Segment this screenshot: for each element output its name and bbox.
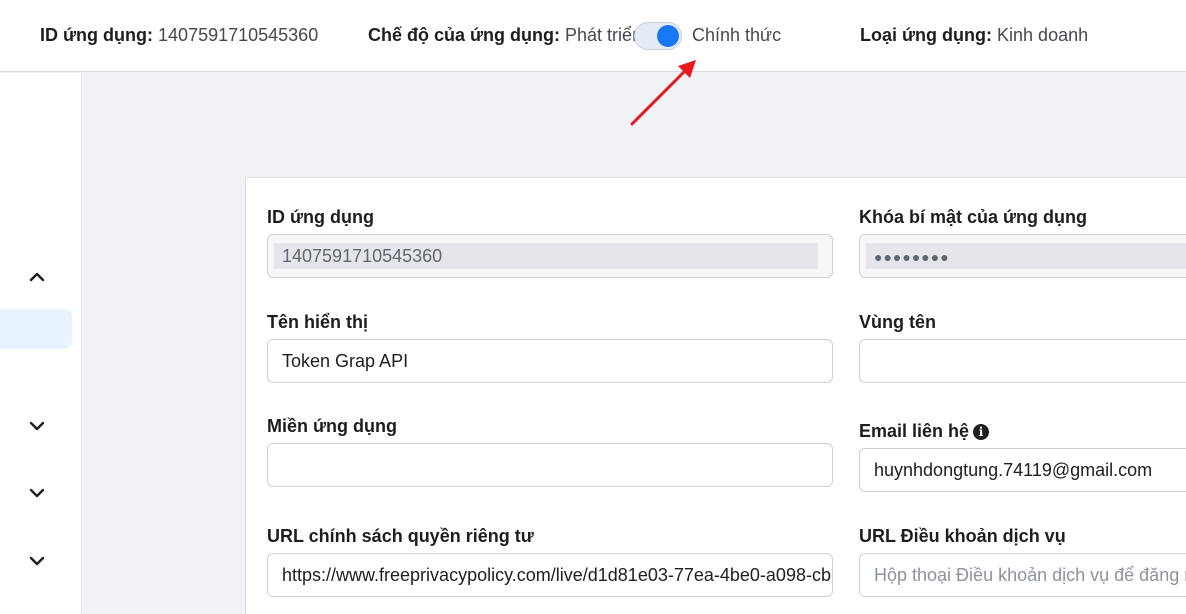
contact-email-input[interactable]: huynhdongtung.74119@gmail.com: [859, 448, 1186, 492]
app-secret-label: Khóa bí mật của ứng dụng: [859, 207, 1088, 227]
red-arrow-annotation: [630, 60, 696, 126]
chevron-down-icon[interactable]: [27, 551, 47, 571]
app-mode-info: Chế độ của ứng dụng: Phát triển: [368, 25, 642, 46]
namespace-label: Vùng tên: [859, 312, 936, 332]
app-domains-label: Miền ứng dụng: [267, 416, 398, 436]
privacy-url-input[interactable]: https://www.freeprivacypolicy.com/live/d…: [267, 553, 833, 597]
toggle-knob: [657, 25, 679, 47]
namespace-input[interactable]: [859, 339, 1186, 383]
sidebar-active-item[interactable]: [0, 309, 72, 349]
chevron-down-icon[interactable]: [27, 483, 47, 503]
app-id-value: 1407591710545360: [158, 25, 319, 45]
tos-url-input[interactable]: Hộp thoại Điều khoản dịch vụ để đăng nhậ…: [859, 553, 1186, 597]
chevron-up-icon[interactable]: [27, 267, 47, 287]
top-bar: ID ứng dụng: 1407591710545360 Chế độ của…: [0, 0, 1186, 72]
display-name-input[interactable]: Token Grap API: [267, 339, 833, 383]
mode-dev-label: Phát triển: [565, 25, 643, 45]
chevron-down-icon[interactable]: [27, 416, 47, 436]
privacy-url-label: URL chính sách quyền riêng tư: [267, 526, 534, 546]
sidebar: [0, 73, 82, 614]
app-id-info: ID ứng dụng: 1407591710545360: [40, 25, 318, 46]
contact-email-label: Email liên hệ: [859, 421, 970, 441]
display-name-label: Tên hiển thị: [267, 312, 368, 332]
basic-settings-card: ID ứng dụng 1407591710545360 Tên hiển th…: [245, 177, 1186, 614]
mode-live-label: Chính thức: [692, 25, 782, 45]
info-icon[interactable]: i: [973, 424, 990, 440]
app-id-field-label: ID ứng dụng: [267, 207, 375, 227]
app-id-label: ID ứng dụng:: [40, 25, 154, 45]
app-type-label: Loại ứng dụng:: [860, 25, 993, 45]
app-domains-input[interactable]: [267, 443, 833, 487]
app-type-value: Kinh doanh: [997, 25, 1089, 45]
tos-url-label: URL Điều khoản dịch vụ: [859, 526, 1066, 546]
app-id-field: 1407591710545360: [267, 234, 833, 278]
app-mode-label: Chế độ của ứng dụng:: [368, 25, 561, 45]
app-mode-toggle[interactable]: [634, 22, 682, 50]
contact-email-label-row: Email liên hệ i: [859, 421, 990, 442]
app-type-info: Loại ứng dụng: Kinh doanh: [860, 25, 1088, 46]
tos-url-placeholder: Hộp thoại Điều khoản dịch vụ để đăng nhậ…: [874, 565, 1186, 585]
app-secret-field: ●●●●●●●●: [859, 234, 1186, 278]
